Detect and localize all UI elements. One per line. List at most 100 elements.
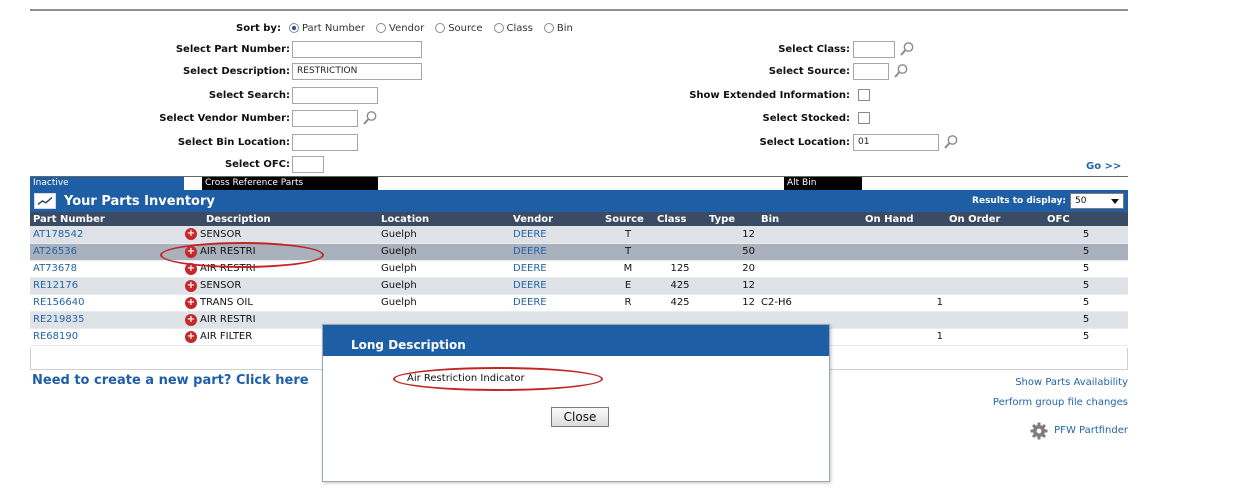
bin-location-row: Select Bin Location: bbox=[120, 132, 358, 152]
source-cell: M bbox=[602, 260, 654, 278]
class-input[interactable] bbox=[853, 40, 895, 58]
class-cell: 425 bbox=[654, 277, 706, 295]
description-cell: AIR RESTRI bbox=[200, 314, 256, 325]
column-header[interactable]: Source bbox=[602, 212, 654, 226]
column-header[interactable]: OFC bbox=[1044, 212, 1128, 226]
part-number-link[interactable]: RE156640 bbox=[33, 297, 84, 308]
source-cell: R bbox=[602, 294, 654, 312]
add-plus-icon[interactable]: + bbox=[185, 245, 197, 258]
sort-option-class[interactable]: Class bbox=[493, 23, 533, 34]
table-row[interactable]: RE12176 + SENSOR Guelph DEERE E 425 12 5 bbox=[30, 277, 1128, 295]
radio-icon[interactable] bbox=[543, 23, 554, 33]
add-plus-icon[interactable]: + bbox=[185, 296, 197, 309]
radio-icon[interactable] bbox=[288, 23, 299, 33]
vendor-link[interactable]: DEERE bbox=[513, 280, 547, 291]
perform-group-file-changes-link[interactable]: Perform group file changes bbox=[993, 397, 1128, 408]
description-input[interactable] bbox=[292, 62, 422, 80]
source-lookup-search-icon[interactable] bbox=[893, 63, 909, 79]
type-cell: 12 bbox=[706, 226, 758, 244]
part-number-link[interactable]: AT26536 bbox=[33, 246, 77, 257]
source-cell: T bbox=[602, 243, 654, 261]
chevron-down-icon bbox=[1111, 198, 1119, 204]
go-link[interactable]: Go >> bbox=[1086, 161, 1121, 172]
ofc-input[interactable] bbox=[292, 155, 324, 173]
sort-option-bin[interactable]: Bin bbox=[543, 23, 573, 34]
location-lookup-search-icon[interactable] bbox=[943, 134, 959, 150]
ofc-row: Select OFC: bbox=[120, 154, 324, 174]
results-select[interactable]: 50 bbox=[1070, 193, 1124, 209]
column-header[interactable]: Vendor bbox=[510, 212, 602, 226]
vendor-link[interactable]: DEERE bbox=[513, 297, 547, 308]
vendor-link[interactable]: DEERE bbox=[513, 229, 547, 240]
class-cell: 425 bbox=[654, 294, 706, 312]
location-input[interactable] bbox=[853, 133, 939, 151]
type-cell: 12 bbox=[706, 277, 758, 295]
description-cell: AIR FILTER bbox=[200, 331, 253, 342]
create-new-part-link[interactable]: Need to create a new part? Click here bbox=[32, 373, 309, 388]
radio-icon[interactable] bbox=[493, 23, 504, 33]
table-row[interactable]: RE156640 + TRANS OIL Guelph DEERE R 425 1… bbox=[30, 294, 1128, 312]
vendor-link[interactable]: DEERE bbox=[513, 246, 547, 257]
column-header[interactable]: Class bbox=[654, 212, 706, 226]
source-input[interactable] bbox=[853, 62, 889, 80]
add-plus-icon[interactable]: + bbox=[185, 279, 197, 292]
sort-option-label: Source bbox=[448, 22, 483, 34]
add-plus-icon[interactable]: + bbox=[185, 228, 197, 241]
description-label: Select Description: bbox=[182, 65, 290, 77]
extended-info-label: Show Extended Information: bbox=[689, 89, 850, 101]
part-number-link[interactable]: RE12176 bbox=[33, 280, 78, 291]
vendor-number-input[interactable] bbox=[292, 109, 358, 127]
extended-info-checkbox[interactable] bbox=[858, 89, 870, 101]
add-plus-icon[interactable]: + bbox=[185, 313, 197, 326]
search-input[interactable] bbox=[292, 86, 378, 104]
long-description-dialog: Long Description Air Restriction Indicat… bbox=[322, 324, 830, 482]
description-cell: AIR RESTRI bbox=[200, 263, 256, 274]
radio-icon[interactable] bbox=[376, 23, 387, 33]
bin-cell bbox=[758, 260, 862, 278]
legend-inactive: Inactive bbox=[30, 177, 184, 191]
sort-option-source[interactable]: Source bbox=[435, 22, 483, 34]
class-label: Select Class: bbox=[778, 43, 850, 55]
vendor-lookup-search-icon[interactable] bbox=[362, 110, 378, 126]
sort-by-label: Sort by: bbox=[236, 22, 281, 34]
bin-location-input[interactable] bbox=[292, 133, 358, 151]
bin-cell bbox=[758, 277, 862, 295]
results-label: Results to display: bbox=[972, 196, 1066, 206]
column-header[interactable]: On Order bbox=[946, 212, 1044, 226]
column-header[interactable]: Part Number bbox=[30, 212, 182, 226]
part-number-input[interactable] bbox=[292, 40, 422, 58]
add-plus-icon[interactable]: + bbox=[185, 262, 197, 275]
inventory-panel-header: Your Parts Inventory Results to display:… bbox=[30, 190, 1128, 212]
stocked-checkbox[interactable] bbox=[858, 112, 870, 124]
sort-option-vendor[interactable]: Vendor bbox=[376, 23, 424, 34]
source-label: Select Source: bbox=[768, 65, 850, 77]
class-lookup-search-icon[interactable] bbox=[899, 41, 915, 57]
part-number-link[interactable]: RE219835 bbox=[33, 314, 84, 325]
legend-spacer bbox=[378, 177, 784, 191]
part-number-link[interactable]: RE68190 bbox=[33, 331, 78, 342]
sort-option-part-number[interactable]: Part Number bbox=[288, 23, 365, 34]
radio-icon[interactable] bbox=[435, 23, 446, 33]
column-header[interactable]: Bin bbox=[758, 212, 862, 226]
on-hand-cell bbox=[862, 311, 946, 329]
ofc-label: Select OFC: bbox=[224, 158, 290, 170]
table-row[interactable]: AT73678 + AIR RESTRI Guelph DEERE M 125 2… bbox=[30, 260, 1128, 278]
add-plus-icon[interactable]: + bbox=[185, 330, 197, 343]
results-to-display: Results to display: 50 bbox=[972, 193, 1124, 209]
pfw-partfinder-link[interactable]: PFW Partfinder bbox=[993, 421, 1128, 441]
column-header[interactable]: Location bbox=[378, 212, 510, 226]
table-row[interactable]: AT26536 + AIR RESTRI Guelph DEERE T 50 5 bbox=[30, 243, 1128, 261]
column-header[interactable]: Type bbox=[706, 212, 758, 226]
close-button[interactable]: Close bbox=[551, 407, 609, 427]
ofc-cell: 5 bbox=[1044, 277, 1128, 295]
part-number-link[interactable]: AT178542 bbox=[33, 229, 83, 240]
column-header[interactable]: On Hand bbox=[862, 212, 946, 226]
vendor-link[interactable]: DEERE bbox=[513, 263, 547, 274]
long-description-text: Air Restriction Indicator bbox=[407, 373, 525, 384]
ofc-cell: 5 bbox=[1044, 294, 1128, 312]
show-parts-availability-link[interactable]: Show Parts Availability bbox=[1015, 377, 1128, 388]
table-row[interactable]: AT178542 + SENSOR Guelph DEERE T 12 5 bbox=[30, 226, 1128, 244]
part-number-link[interactable]: AT73678 bbox=[33, 263, 77, 274]
location-cell: Guelph bbox=[378, 260, 510, 278]
column-header[interactable]: Description bbox=[182, 212, 378, 226]
